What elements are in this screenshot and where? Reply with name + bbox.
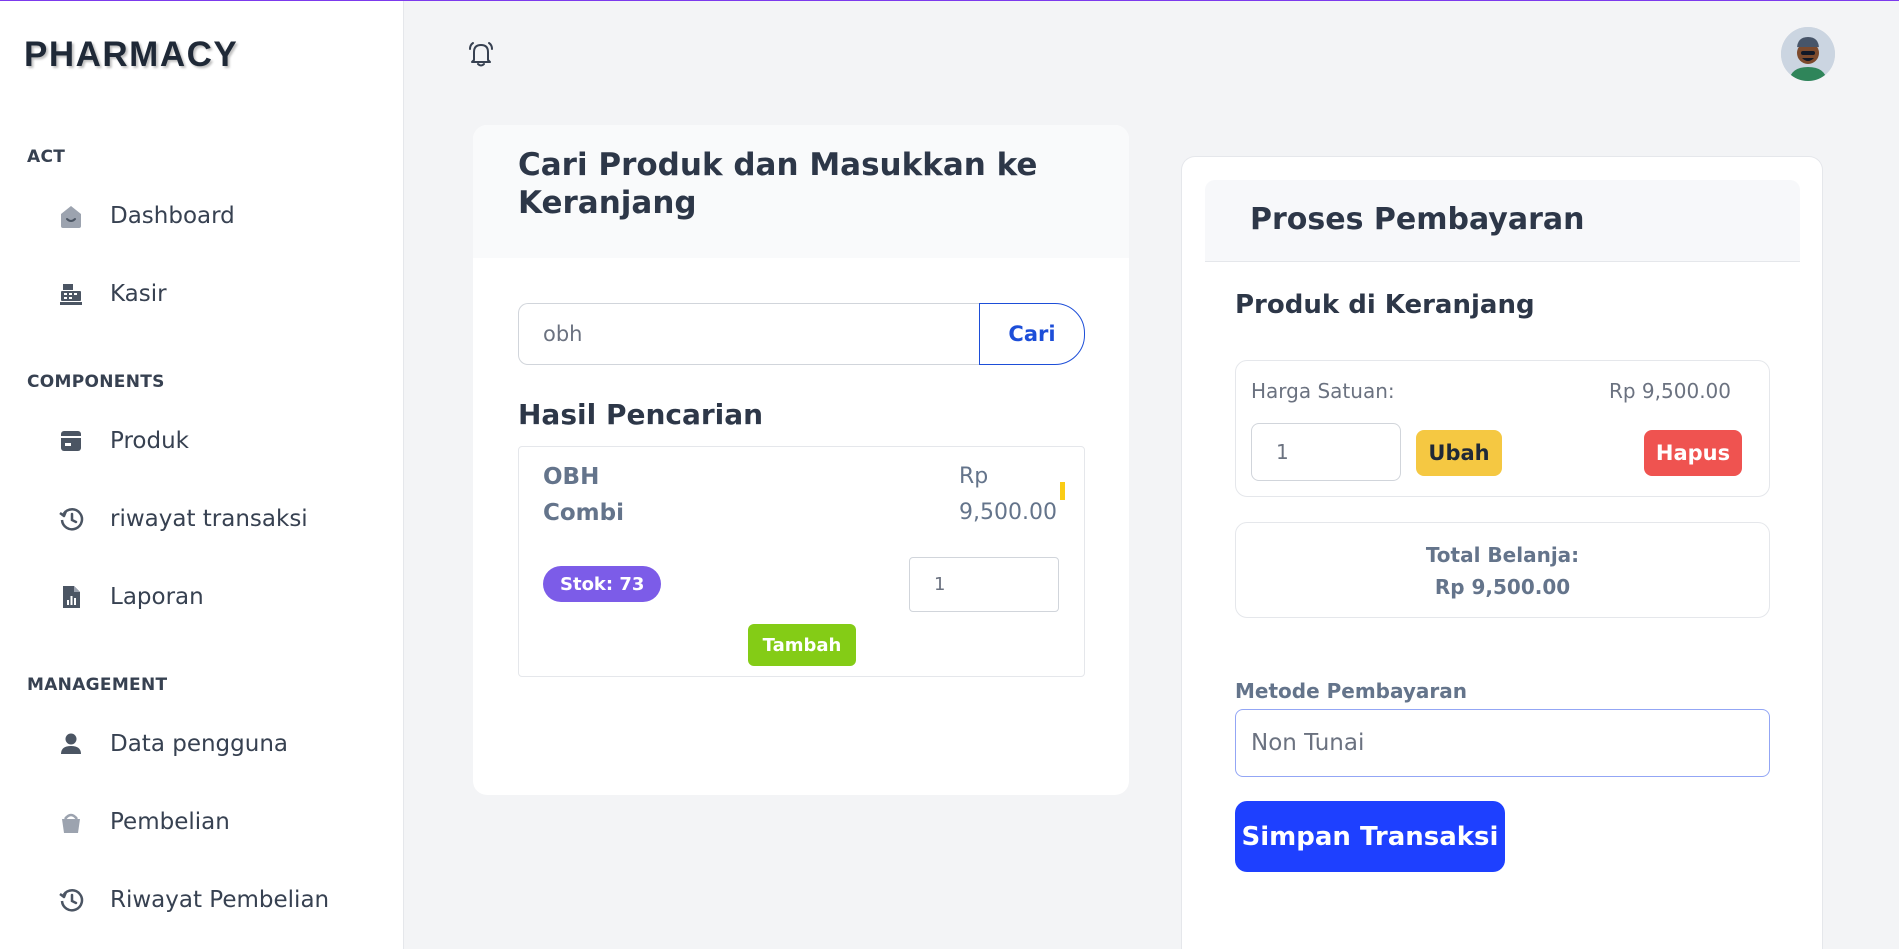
search-input[interactable] [518,303,980,365]
sidebar-item-kasir[interactable]: Kasir [54,269,384,319]
product-search-card: Cari Produk dan Masukkan ke Keranjang Ca… [473,125,1129,795]
sidebar-item-label: Riwayat Pembelian [110,887,330,913]
card-header: Cari Produk dan Masukkan ke Keranjang [473,125,1129,258]
product-name: OBH Combi [543,464,624,526]
card-title: Cari Produk dan Masukkan ke Keranjang [518,147,1038,221]
quantity-input[interactable] [909,557,1059,612]
product-result: OBH Combi Rp 9,500.00 Stok: 73 Tambah [518,446,1085,677]
sidebar-item-label: Produk [110,428,189,454]
history-icon [54,883,88,917]
sidebar-item-pembelian[interactable]: Pembelian [54,797,384,847]
sidebar-item-riwayat-transaksi[interactable]: riwayat transaksi [54,494,384,544]
edit-item-button[interactable]: Ubah [1416,430,1502,476]
total-label: Total Belanja: [1425,543,1580,567]
sidebar-item-data-pengguna[interactable]: Data pengguna [54,719,384,769]
user-icon [54,727,88,761]
highlight-marker [1060,482,1065,500]
total-value: Rp 9,500.00 [1434,575,1571,599]
sidebar-section-management: MANAGEMENT [27,675,168,695]
sidebar-section-components: COMPONENTS [27,372,165,392]
card-header: Proses Pembayaran [1205,180,1800,262]
payment-card: Proses Pembayaran Produk di Keranjang Ha… [1181,156,1823,949]
payment-method-value: Non Tunai [1251,730,1365,756]
sidebar-item-label: Pembelian [110,809,230,835]
unit-price-value: Rp 9,500.00 [1608,379,1731,403]
sidebar-item-dashboard[interactable]: Dashboard [54,191,384,241]
sidebar-item-label: Kasir [110,281,167,307]
results-title: Hasil Pencarian [518,398,764,431]
unit-price-label: Harga Satuan: [1251,379,1395,403]
history-icon [54,502,88,536]
total-box: Total Belanja: Rp 9,500.00 [1235,522,1770,618]
store-icon [54,424,88,458]
sidebar-item-label: riwayat transaksi [110,506,308,532]
sidebar-item-label: Dashboard [110,203,235,229]
bell-icon[interactable] [465,38,497,70]
sidebar-item-label: Data pengguna [110,731,289,757]
brand-logo[interactable]: PHARMACY [24,35,238,75]
payment-method-select[interactable]: Non Tunai [1235,709,1770,777]
sidebar-item-riwayat-pembelian[interactable]: Riwayat Pembelian [54,875,384,925]
avatar[interactable] [1781,27,1835,81]
cart-item: Harga Satuan: Rp 9,500.00 Ubah Hapus [1235,360,1770,497]
cart-quantity-input[interactable] [1251,423,1401,481]
cart-title: Produk di Keranjang [1235,290,1535,320]
add-to-cart-button[interactable]: Tambah [748,624,856,666]
report-icon [54,580,88,614]
stock-badge: Stok: 73 [543,566,662,602]
cash-register-icon [54,277,88,311]
basket-icon [54,805,88,839]
delete-item-button[interactable]: Hapus [1644,430,1742,476]
save-transaction-button[interactable]: Simpan Transaksi [1235,801,1505,872]
sidebar-item-laporan[interactable]: Laporan [54,572,384,622]
sidebar-section-act: ACT [27,147,66,167]
sidebar: PHARMACY ACT Dashboard Kasir COMPONENTS … [0,1,404,949]
sidebar-item-label: Laporan [110,584,204,610]
home-icon [54,199,88,233]
card-title: Proses Pembayaran [1250,202,1585,237]
payment-method-label: Metode Pembayaran [1235,679,1468,703]
search-button[interactable]: Cari [979,303,1085,365]
sidebar-item-produk[interactable]: Produk [54,416,384,466]
